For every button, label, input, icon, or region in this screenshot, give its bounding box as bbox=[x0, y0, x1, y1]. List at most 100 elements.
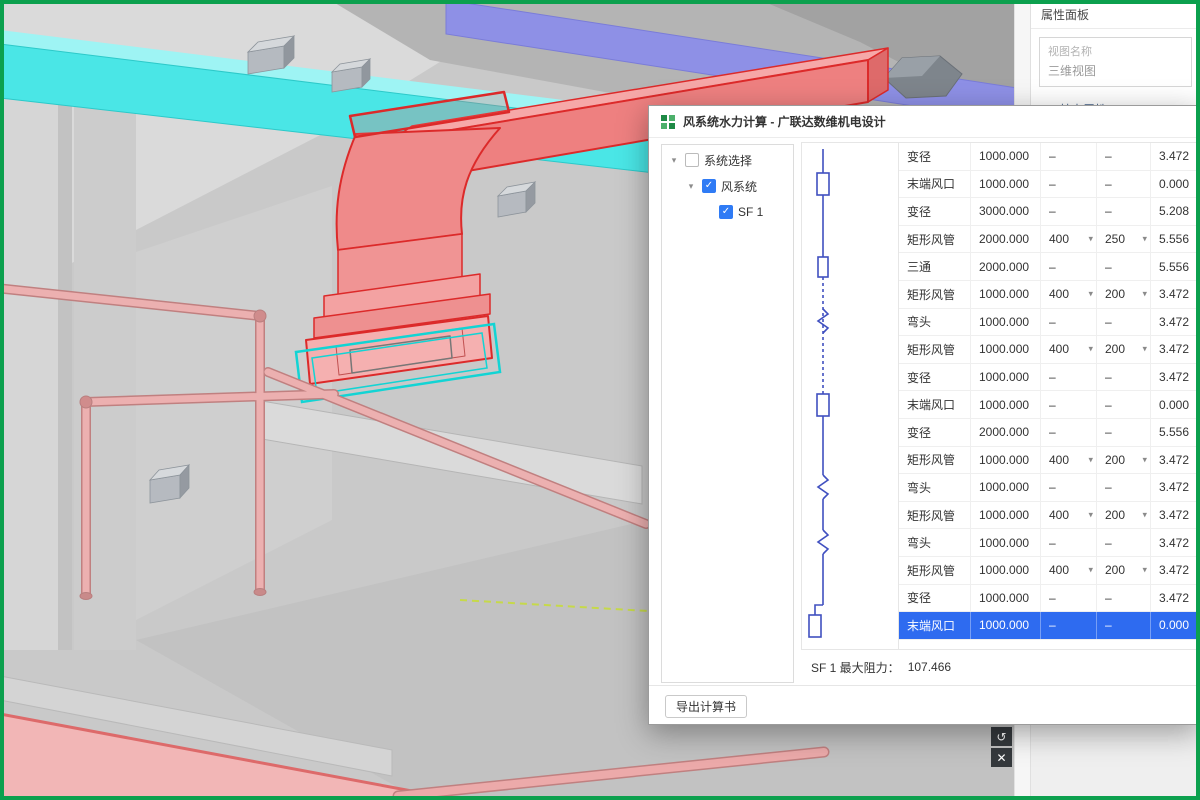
cell-loss: 3.472 bbox=[1150, 585, 1197, 612]
cell-component: 变径 bbox=[899, 143, 970, 170]
cell-height: – bbox=[1096, 198, 1150, 225]
view-name-field[interactable]: 视图名称 三维视图 bbox=[1039, 37, 1192, 87]
cell-height[interactable]: 250▾ bbox=[1096, 226, 1150, 253]
tree-label: SF 1 bbox=[738, 205, 763, 219]
cell-height: – bbox=[1096, 364, 1150, 391]
cell-width[interactable]: 400▾ bbox=[1040, 281, 1096, 308]
cell-width: – bbox=[1040, 171, 1096, 198]
tree-item-air-system[interactable]: ▾ ✓ 风系统 bbox=[662, 175, 793, 197]
table-row[interactable]: 矩形风管2000.000400▾250▾5.556 bbox=[899, 226, 1197, 254]
cell-component: 末端风口 bbox=[899, 612, 970, 639]
cell-width: – bbox=[1040, 198, 1096, 225]
cell-flow: 1000.000 bbox=[970, 502, 1040, 529]
chevron-down-icon[interactable]: ▾ bbox=[1088, 234, 1093, 245]
cell-height: – bbox=[1096, 309, 1150, 336]
table-row[interactable]: 弯头1000.000––3.472 bbox=[899, 474, 1197, 502]
cell-loss: 3.472 bbox=[1150, 143, 1197, 170]
calc-table-body: 变径1000.000––3.472末端风口1000.000––0.000变径30… bbox=[898, 143, 1197, 649]
cell-width[interactable]: 400▾ bbox=[1040, 226, 1096, 253]
table-row[interactable]: 变径1000.000––3.472 bbox=[899, 143, 1197, 171]
cell-width: – bbox=[1040, 309, 1096, 336]
table-row[interactable]: 变径1000.000––3.472 bbox=[899, 585, 1197, 613]
table-row[interactable]: 矩形风管1000.000400▾200▾3.472 bbox=[899, 502, 1197, 530]
table-row[interactable]: 变径3000.000––5.208 bbox=[899, 198, 1197, 226]
chevron-down-icon[interactable]: ▾ bbox=[1142, 344, 1147, 355]
table-row[interactable]: 矩形风管1000.000400▾200▾3.472 bbox=[899, 336, 1197, 364]
cell-component: 矩形风管 bbox=[899, 447, 970, 474]
close-button[interactable]: ✕ bbox=[991, 748, 1012, 767]
cell-flow: 1000.000 bbox=[970, 364, 1040, 391]
table-row[interactable]: 末端风口1000.000––0.000 bbox=[899, 391, 1197, 419]
table-row[interactable]: 矩形风管1000.000400▾200▾3.472 bbox=[899, 281, 1197, 309]
chevron-down-icon[interactable]: ▾ bbox=[668, 155, 680, 166]
cell-loss: 3.472 bbox=[1150, 474, 1197, 501]
chevron-down-icon[interactable]: ▾ bbox=[685, 181, 697, 192]
cell-flow: 1000.000 bbox=[970, 281, 1040, 308]
undo-button[interactable]: ↺ bbox=[991, 727, 1012, 746]
dialog-titlebar[interactable]: 风系统水力计算 - 广联达数维机电设计 bbox=[649, 106, 1199, 138]
cell-height[interactable]: 200▾ bbox=[1096, 557, 1150, 584]
cell-height: – bbox=[1096, 419, 1150, 446]
cell-height[interactable]: 200▾ bbox=[1096, 447, 1150, 474]
chevron-down-icon[interactable]: ▾ bbox=[1142, 289, 1147, 300]
checkbox-air-system[interactable]: ✓ bbox=[702, 179, 716, 193]
cell-flow: 1000.000 bbox=[970, 391, 1040, 418]
chevron-down-icon[interactable]: ▾ bbox=[1142, 510, 1147, 521]
tree-item-system-select[interactable]: ▾ 系统选择 bbox=[662, 149, 793, 171]
chevron-down-icon[interactable]: ▾ bbox=[1142, 234, 1147, 245]
tree-label: 系统选择 bbox=[704, 152, 752, 169]
status-bar: SF 1 最大阻力： 107.466 bbox=[801, 650, 1198, 684]
cell-width[interactable]: 400▾ bbox=[1040, 502, 1096, 529]
cell-height: – bbox=[1096, 585, 1150, 612]
cell-width[interactable]: 400▾ bbox=[1040, 447, 1096, 474]
chevron-down-icon[interactable]: ▾ bbox=[1142, 565, 1147, 576]
chevron-down-icon[interactable]: ▾ bbox=[1088, 344, 1093, 355]
cell-component: 矩形风管 bbox=[899, 336, 970, 363]
cell-width[interactable]: 400▾ bbox=[1040, 557, 1096, 584]
cell-loss: 0.000 bbox=[1150, 391, 1197, 418]
export-report-button[interactable]: 导出计算书 bbox=[665, 695, 747, 718]
chevron-down-icon[interactable]: ▾ bbox=[1142, 454, 1147, 465]
cell-flow: 1000.000 bbox=[970, 309, 1040, 336]
cell-height[interactable]: 200▾ bbox=[1096, 281, 1150, 308]
table-row[interactable]: 末端风口1000.000––0.000 bbox=[899, 171, 1197, 199]
cell-height[interactable]: 200▾ bbox=[1096, 336, 1150, 363]
cell-loss: 5.208 bbox=[1150, 198, 1197, 225]
cell-height[interactable]: 200▾ bbox=[1096, 502, 1150, 529]
cell-component: 变径 bbox=[899, 364, 970, 391]
chevron-down-icon[interactable]: ▾ bbox=[1088, 510, 1093, 521]
cell-loss: 3.472 bbox=[1150, 364, 1197, 391]
table-row[interactable]: 弯头1000.000––3.472 bbox=[899, 529, 1197, 557]
chevron-down-icon[interactable]: ▾ bbox=[1088, 565, 1093, 576]
table-row[interactable]: 变径1000.000––3.472 bbox=[899, 364, 1197, 392]
cell-loss: 0.000 bbox=[1150, 612, 1197, 639]
cell-height: – bbox=[1096, 529, 1150, 556]
chevron-down-icon[interactable]: ▾ bbox=[1088, 454, 1093, 465]
cell-flow: 1000.000 bbox=[970, 612, 1040, 639]
max-resistance-value: 107.466 bbox=[908, 660, 951, 674]
app-logo-icon bbox=[661, 115, 675, 129]
cell-loss: 3.472 bbox=[1150, 336, 1197, 363]
cell-width[interactable]: 400▾ bbox=[1040, 336, 1096, 363]
table-row[interactable]: 末端风口1000.000––0.000 bbox=[899, 612, 1197, 640]
cell-component: 矩形风管 bbox=[899, 502, 970, 529]
tree-item-sf1[interactable]: ✓ SF 1 bbox=[662, 201, 793, 223]
cell-component: 变径 bbox=[899, 585, 970, 612]
cell-loss: 3.472 bbox=[1150, 281, 1197, 308]
table-row[interactable]: 矩形风管1000.000400▾200▾3.472 bbox=[899, 557, 1197, 585]
cell-component: 三通 bbox=[899, 253, 970, 280]
close-icon: ✕ bbox=[996, 751, 1006, 765]
dialog-title: 风系统水力计算 - 广联达数维机电设计 bbox=[683, 113, 886, 130]
cell-flow: 1000.000 bbox=[970, 447, 1040, 474]
chevron-down-icon[interactable]: ▾ bbox=[1088, 289, 1093, 300]
cell-flow: 1000.000 bbox=[970, 143, 1040, 170]
table-row[interactable]: 矩形风管1000.000400▾200▾3.472 bbox=[899, 447, 1197, 475]
table-row[interactable]: 变径2000.000––5.556 bbox=[899, 419, 1197, 447]
table-row[interactable]: 三通2000.000––5.556 bbox=[899, 253, 1197, 281]
footer-divider bbox=[649, 685, 1199, 686]
cell-width: – bbox=[1040, 474, 1096, 501]
table-row[interactable]: 弯头1000.000––3.472 bbox=[899, 309, 1197, 337]
cell-component: 弯头 bbox=[899, 474, 970, 501]
checkbox-sf1[interactable]: ✓ bbox=[719, 205, 733, 219]
checkbox-system-select[interactable] bbox=[685, 153, 699, 167]
